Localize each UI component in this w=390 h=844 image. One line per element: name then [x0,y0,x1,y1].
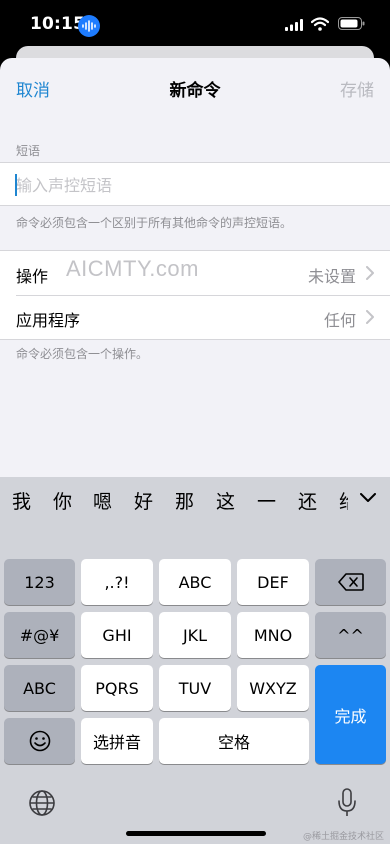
chevron-right-icon [366,310,374,324]
wxyz-key[interactable]: WXYZ [237,665,309,711]
candidate-word[interactable]: 我 [12,487,31,514]
option-value: 未设置 [307,267,356,286]
space-key[interactable]: 空格 [159,718,309,764]
option-label: 操作 [16,267,49,286]
def-key[interactable]: DEF [237,559,309,605]
backspace-icon [337,573,364,591]
numbers-key[interactable]: 123 [4,559,75,605]
candidate-word[interactable]: 这 [216,487,235,514]
voice-control-icon [78,15,100,37]
status-time: 10:15 [30,14,86,34]
candidate-word[interactable]: 嗯 [93,487,112,514]
select-pinyin-key[interactable]: 选拼音 [81,718,153,764]
battery-icon [338,17,365,30]
abc-switch-key[interactable]: ABC [4,665,75,711]
symbols-key[interactable]: #@¥ [4,612,75,658]
ghi-key[interactable]: GHI [81,612,153,658]
candidate-word[interactable]: 给 [339,487,348,514]
cellular-signal-icon [285,19,303,31]
candidate-word[interactable]: 一 [257,487,276,514]
tuv-key[interactable]: TUV [159,665,231,711]
home-indicator [126,831,266,836]
microphone-icon[interactable] [337,788,357,818]
option-row-app[interactable]: 应用程序 任何 [0,295,390,339]
candidate-word[interactable]: 好 [134,487,153,514]
wifi-icon [311,17,329,31]
option-label: 应用程序 [16,311,81,330]
phrase-section-label: 短语 [16,144,41,158]
emoticon-key[interactable]: ^^ [315,612,386,658]
source-watermark: @稀土掘金技术社区 [302,832,384,842]
candidate-bar: 我 你 嗯 好 那 这 一 还 给 [0,477,390,521]
phrase-input[interactable] [16,163,376,207]
option-value: 任何 [323,311,356,330]
pqrs-key[interactable]: PQRS [81,665,153,711]
phrase-hint: 命令必须包含一个区别于所有其他命令的声控短语。 [16,216,293,230]
page-title: 新命令 [169,81,221,101]
navigation-bar: 取消 新命令 存储 [0,58,390,116]
watermark: AICMTY.com [66,256,199,281]
candidate-word[interactable]: 还 [298,487,317,514]
keyboard: 我 你 嗯 好 那 这 一 还 给 123 ,.?! ABC DEF #@¥ G… [0,477,390,844]
phrase-row [0,162,390,207]
candidate-word[interactable]: 你 [53,487,72,514]
chevron-down-icon[interactable] [360,493,376,503]
status-bar: 10:15 [0,0,390,47]
chevron-right-icon [366,266,374,280]
punctuation-key[interactable]: ,.?! [81,559,153,605]
delete-key[interactable] [315,559,386,605]
candidate-word[interactable]: 那 [175,487,194,514]
action-hint: 命令必须包含一个操作。 [16,347,149,361]
save-button[interactable]: 存储 [340,76,374,101]
emoji-key[interactable] [4,718,75,764]
emoji-icon [29,730,50,752]
text-cursor [15,174,17,196]
globe-icon[interactable] [28,789,56,817]
jkl-key[interactable]: JKL [159,612,231,658]
done-button[interactable]: 完成 [315,665,386,764]
mno-key[interactable]: MNO [237,612,309,658]
abc-key[interactable]: ABC [159,559,231,605]
